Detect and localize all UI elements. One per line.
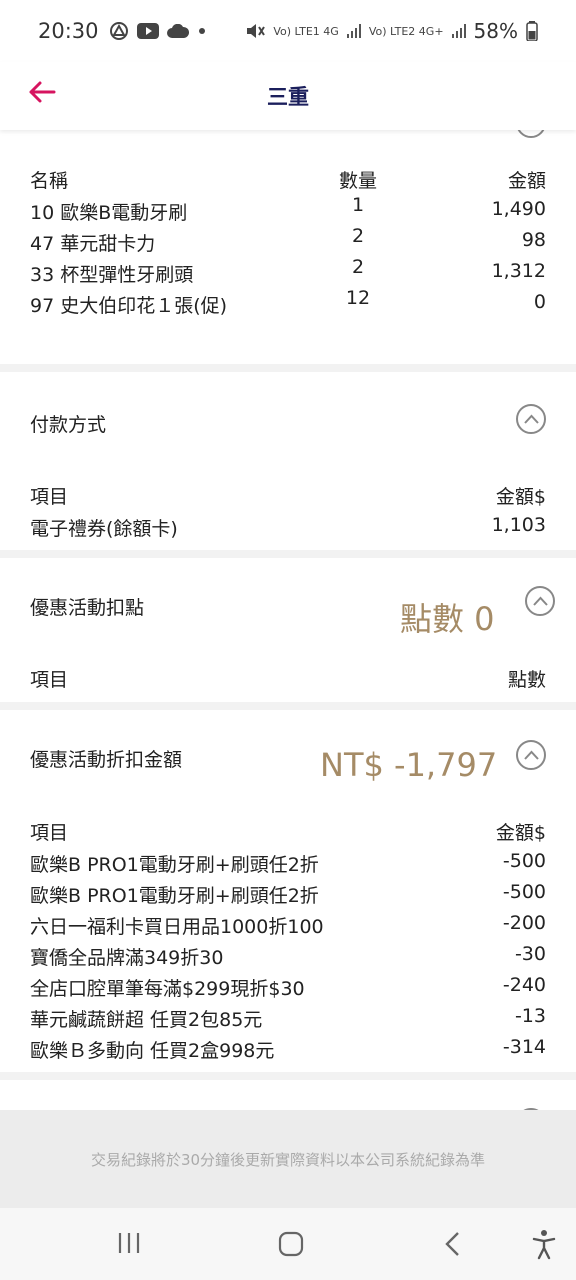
- footer-note-text: 交易紀錄將於30分鐘後更新實際資料以本公司系統紀錄為準: [90, 1150, 486, 1169]
- discount-amount: -30: [514, 943, 546, 965]
- item-qty: 12: [345, 287, 371, 309]
- mute-icon: [247, 24, 266, 38]
- discount-summary: NT$ -1,797: [320, 746, 498, 784]
- item-name: 97 史大伯印花１張(促): [30, 295, 228, 317]
- item-amount: 1,490: [491, 198, 546, 220]
- discount-amount: -240: [502, 974, 546, 996]
- discount-card: 優惠活動折扣金額 NT$ -1,797 項目 金額$ 歐樂B PRO1電動牙刷+…: [0, 710, 576, 1072]
- purchase-row: 47 華元甜卡力 2 98: [30, 225, 546, 256]
- payment-name: 電子禮券(餘額卡): [30, 518, 178, 540]
- discount-amount: -500: [502, 850, 546, 872]
- points-title: 優惠活動扣點: [30, 597, 145, 619]
- discount-name: 歐樂Ｂ多動向 任買2盒998元: [30, 1040, 275, 1062]
- discount-row: 全店口腔單筆每滿$299現折$30 -240: [30, 974, 546, 1001]
- col-item: 項目: [30, 486, 69, 508]
- item-name: 47 華元甜卡力: [30, 233, 156, 255]
- back-nav-icon[interactable]: [442, 1230, 464, 1258]
- col-points: 點數: [507, 669, 546, 691]
- back-arrow-icon[interactable]: [26, 76, 58, 108]
- col-item: 項目: [30, 669, 69, 691]
- discount-header-row: 項目 金額$: [30, 818, 546, 845]
- status-time: 20:30: [38, 19, 99, 43]
- points-header-row: 項目 點數: [30, 665, 546, 692]
- col-qty: 數量: [338, 170, 377, 192]
- app-notification-icon: [109, 22, 128, 40]
- item-amount: 0: [533, 291, 546, 313]
- footer-note: 交易紀錄將於30分鐘後更新實際資料以本公司系統紀錄為準: [0, 1110, 576, 1208]
- discount-row: 六日一福利卡買日用品1000折100 -200: [30, 912, 546, 939]
- discount-row: 歐樂B PRO1電動牙刷+刷頭任2折 -500: [30, 881, 546, 908]
- discount-amount: -314: [502, 1036, 546, 1058]
- item-qty: 2: [351, 225, 365, 247]
- col-amount: 金額$: [495, 822, 546, 844]
- next-card: [0, 1080, 576, 1110]
- discount-name: 全店口腔單筆每滿$299現折$30: [30, 978, 305, 1000]
- points-card: 優惠活動扣點 點數 0 項目 點數: [0, 558, 576, 702]
- payment-collapse-chevron-icon[interactable]: [516, 404, 546, 434]
- system-nav-bar: [0, 1208, 576, 1280]
- home-icon[interactable]: [277, 1230, 305, 1258]
- purchase-row: 33 杯型彈性牙刷頭 2 1,312: [30, 256, 546, 287]
- collapse-chevron-icon[interactable]: [516, 130, 546, 138]
- col-amount: 金額$: [495, 486, 546, 508]
- recent-apps-icon[interactable]: [116, 1230, 142, 1256]
- page-title: 三重: [267, 85, 309, 109]
- battery-icon: [526, 21, 538, 41]
- accessibility-icon[interactable]: [530, 1228, 558, 1260]
- network-1-label: Vo) LTE1 4G: [273, 24, 339, 38]
- content-scroll[interactable]: 名稱 數量 金額 10 歐樂B電動牙刷 1 1,490 47 華元甜卡力 2 9…: [0, 130, 576, 1110]
- status-right: Vo) LTE1 4G Vo) LTE2 4G+ 58%: [245, 19, 538, 43]
- discount-name: 歐樂B PRO1電動牙刷+刷頭任2折: [30, 854, 319, 876]
- discount-collapse-chevron-icon[interactable]: [516, 740, 546, 770]
- discount-row: 寶僑全品牌滿349折30 -30: [30, 943, 546, 970]
- dot-icon: [198, 28, 205, 34]
- item-name: 10 歐樂B電動牙刷: [30, 202, 188, 224]
- discount-row: 歐樂B PRO1電動牙刷+刷頭任2折 -500: [30, 850, 546, 877]
- payment-amount: 1,103: [491, 514, 546, 536]
- battery-percent: 58%: [473, 19, 518, 43]
- purchase-header-row: 名稱 數量 金額: [30, 166, 546, 193]
- points-collapse-chevron-icon[interactable]: [525, 586, 555, 616]
- payment-card: 付款方式 項目 金額$ 電子禮券(餘額卡) 1,103: [0, 372, 576, 550]
- payment-row: 電子禮券(餘額卡) 1,103: [30, 514, 546, 541]
- points-summary: 點數 0: [400, 600, 495, 638]
- col-item: 項目: [30, 822, 69, 844]
- cloud-icon: [166, 24, 189, 38]
- discount-name: 六日一福利卡買日用品1000折100: [30, 916, 324, 938]
- notification-icons: [109, 21, 207, 41]
- discount-amount: -13: [514, 1005, 546, 1027]
- discount-name: 歐樂B PRO1電動牙刷+刷頭任2折: [30, 885, 319, 907]
- discount-name: 寶僑全品牌滿349折30: [30, 947, 224, 969]
- col-amount: 金額: [507, 170, 546, 192]
- discount-row: 歐樂Ｂ多動向 任買2盒998元 -314: [30, 1036, 546, 1063]
- discount-amount: -500: [502, 881, 546, 903]
- signal-1-icon: [346, 24, 361, 38]
- purchase-row: 10 歐樂B電動牙刷 1 1,490: [30, 194, 546, 225]
- col-name: 名稱: [30, 170, 69, 192]
- item-amount: 1,312: [491, 260, 546, 282]
- payment-header-row: 項目 金額$: [30, 482, 546, 509]
- item-qty: 1: [351, 194, 365, 216]
- network-2-label: Vo) LTE2 4G+: [368, 24, 444, 38]
- item-amount: 98: [521, 229, 546, 251]
- discount-name: 華元鹹蔬餅超 任買2包85元: [30, 1009, 263, 1031]
- payment-title: 付款方式: [30, 414, 107, 436]
- app-bar: 三重: [0, 62, 576, 130]
- discount-title: 優惠活動折扣金額: [30, 749, 183, 771]
- purchase-details-card: 名稱 數量 金額 10 歐樂B電動牙刷 1 1,490 47 華元甜卡力 2 9…: [0, 130, 576, 364]
- discount-amount: -200: [502, 912, 546, 934]
- item-name: 33 杯型彈性牙刷頭: [30, 264, 194, 286]
- purchase-row: 97 史大伯印花１張(促) 12 0: [30, 287, 546, 318]
- item-qty: 2: [351, 256, 365, 278]
- status-bar: 20:30 Vo) LTE1 4G Vo) LTE2 4G+ 58%: [0, 0, 576, 62]
- discount-row: 華元鹹蔬餅超 任買2包85元 -13: [30, 1005, 546, 1032]
- signal-2-icon: [451, 24, 466, 38]
- youtube-icon: [136, 23, 159, 39]
